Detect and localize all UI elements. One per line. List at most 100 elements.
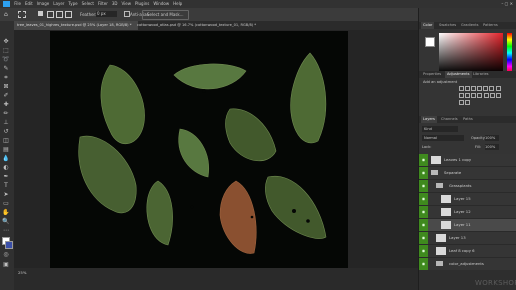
tab-color[interactable]: Color <box>421 22 435 29</box>
tab-paths[interactable]: Paths <box>461 116 475 123</box>
tab-channels[interactable]: Channels <box>439 116 460 123</box>
layer-row[interactable]: ◉ Grassplants <box>419 180 516 193</box>
color-balance-icon[interactable] <box>496 86 502 91</box>
folder-icon[interactable] <box>431 170 438 175</box>
exposure-icon[interactable] <box>477 86 482 91</box>
visibility-eye-icon[interactable]: ◉ <box>419 206 428 218</box>
tab-layers[interactable]: Layers <box>421 116 437 123</box>
layer-row[interactable]: ◉ Layer 13 <box>419 232 516 245</box>
menu-item-filter[interactable]: Filter <box>98 0 108 8</box>
photo-filter-icon[interactable] <box>465 93 470 98</box>
fill-field[interactable]: 100% <box>485 144 499 150</box>
rectangle-tool-icon[interactable]: ▭ <box>2 200 10 207</box>
quick-select-tool-icon[interactable]: ✎ <box>2 65 10 72</box>
opacity-field[interactable]: 100% <box>485 135 499 141</box>
hand-tool-icon[interactable]: ✋ <box>2 209 10 216</box>
eraser-tool-icon[interactable]: ◫ <box>2 137 10 144</box>
blend-mode-select[interactable]: Normal <box>422 135 464 141</box>
hue-saturation-icon[interactable] <box>489 86 494 91</box>
eyedropper-tool-icon[interactable]: ✐ <box>2 92 10 99</box>
posterize-icon[interactable] <box>490 93 496 98</box>
layer-row[interactable]: ◉ Separate <box>419 167 516 180</box>
channel-mixer-icon[interactable] <box>471 93 476 98</box>
lasso-tool-icon[interactable]: ➰ <box>2 56 10 63</box>
threshold-icon[interactable] <box>496 93 502 98</box>
brightness-icon[interactable] <box>459 86 464 91</box>
gradient-map-icon[interactable] <box>459 100 464 105</box>
subtract-selection-icon[interactable] <box>56 11 63 18</box>
brush-tool-icon[interactable]: ✏ <box>2 110 10 117</box>
home-icon[interactable]: ⌂ <box>4 11 8 18</box>
menu-item-image[interactable]: Image <box>37 0 50 8</box>
black-white-icon[interactable] <box>459 93 464 98</box>
levels-icon[interactable] <box>465 86 470 91</box>
hue-slider[interactable] <box>507 33 512 73</box>
layer-row[interactable]: ◉ Layer 12 <box>419 206 516 219</box>
visibility-eye-icon[interactable]: ◉ <box>419 245 428 257</box>
visibility-eye-icon[interactable]: ◉ <box>419 167 428 179</box>
color-fg-swatch[interactable] <box>425 37 435 47</box>
color-lookup-icon[interactable] <box>477 93 482 98</box>
tab-properties[interactable]: Properties <box>421 71 443 78</box>
visibility-eye-icon[interactable]: ◉ <box>419 154 428 166</box>
app-logo[interactable] <box>3 1 10 7</box>
selective-color-icon[interactable] <box>465 100 470 105</box>
layer-row[interactable]: ◉ Leaves 1 copy <box>419 154 516 167</box>
menu-item-type[interactable]: Type <box>68 0 77 8</box>
menu-item-3d[interactable]: 3D <box>112 0 118 8</box>
folder-icon[interactable] <box>436 261 443 266</box>
crop-tool-icon[interactable]: ⌗ <box>2 74 10 81</box>
layer-row[interactable]: ◉ Leaf 8 copy 6 <box>419 245 516 258</box>
add-selection-icon[interactable] <box>47 11 54 18</box>
type-tool-icon[interactable]: T <box>2 182 10 189</box>
menu-item-file[interactable]: File <box>14 0 21 8</box>
invert-icon[interactable] <box>484 93 490 98</box>
menu-item-plugins[interactable]: Plugins <box>135 0 149 8</box>
intersect-selection-icon[interactable] <box>65 11 72 18</box>
visibility-eye-icon[interactable]: ◉ <box>419 180 428 192</box>
menu-item-window[interactable]: Window <box>153 0 169 8</box>
visibility-eye-icon[interactable]: ◉ <box>419 219 428 231</box>
new-selection-icon[interactable] <box>38 11 43 16</box>
pen-tool-icon[interactable]: ✒ <box>2 173 10 180</box>
layer-row[interactable]: ◉ Layer 15 <box>419 193 516 206</box>
history-brush-tool-icon[interactable]: ↺ <box>2 128 10 135</box>
quick-mask-icon[interactable]: ◎ <box>2 251 10 258</box>
tab-adjustments[interactable]: Adjustments <box>445 71 472 78</box>
healing-brush-tool-icon[interactable]: ✚ <box>2 101 10 108</box>
zoom-level[interactable]: 25% <box>18 270 26 275</box>
menu-item-help[interactable]: Help <box>173 0 182 8</box>
menu-item-select[interactable]: Select <box>82 0 94 8</box>
menu-item-layer[interactable]: Layer <box>53 0 64 8</box>
zoom-tool-icon[interactable]: 🔍 <box>2 218 10 225</box>
screen-mode-icon[interactable]: ▣ <box>2 261 10 268</box>
color-picker-field[interactable] <box>439 33 503 73</box>
window-controls[interactable]: – ▢ ✕ <box>501 0 513 8</box>
tab-document-2[interactable]: cottonwood_atlas.psd @ 16.7% (cottonwood… <box>134 21 268 30</box>
tab-document-1[interactable]: tree_leaves_01_highres_texture.psd @ 25%… <box>14 21 138 30</box>
tab-swatches[interactable]: Swatches <box>437 22 458 29</box>
tab-gradients[interactable]: Gradients <box>459 22 481 29</box>
menu-item-view[interactable]: View <box>121 0 131 8</box>
visibility-eye-icon[interactable]: ◉ <box>419 232 428 244</box>
clone-stamp-tool-icon[interactable]: ⊥ <box>2 119 10 126</box>
marquee-icon[interactable] <box>18 11 26 18</box>
dodge-tool-icon[interactable]: ◐ <box>2 164 10 171</box>
layer-filter[interactable]: Kind <box>422 126 458 132</box>
tab-libraries[interactable]: Libraries <box>471 71 491 78</box>
visibility-eye-icon[interactable]: ◉ <box>419 258 428 270</box>
path-select-tool-icon[interactable]: ➤ <box>2 191 10 198</box>
select-mask-button[interactable]: Select and Mask... <box>142 10 189 20</box>
document-canvas[interactable] <box>50 31 348 268</box>
layer-row[interactable]: ◉ Layer 11 <box>419 219 516 232</box>
marquee-tool-icon[interactable]: ⬚ <box>2 47 10 54</box>
menu-item-edit[interactable]: Edit <box>25 0 33 8</box>
more-tools-icon[interactable]: ⋯ <box>2 227 10 234</box>
visibility-eye-icon[interactable]: ◉ <box>419 193 428 205</box>
frame-tool-icon[interactable]: ⊠ <box>2 83 10 90</box>
curves-icon[interactable] <box>471 86 476 91</box>
vibrance-icon[interactable] <box>483 86 488 91</box>
feather-field[interactable]: 0 px <box>96 11 117 17</box>
background-color-swatch[interactable] <box>5 241 13 249</box>
tab-patterns[interactable]: Patterns <box>481 22 500 29</box>
